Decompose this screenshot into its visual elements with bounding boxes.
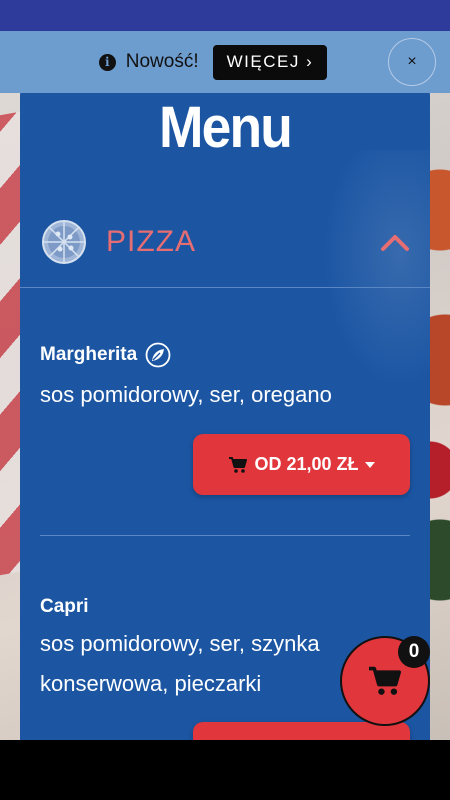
pizza-icon	[42, 220, 86, 264]
notice-text: Nowość!	[125, 51, 199, 72]
item-name-text: Margherita	[40, 344, 138, 365]
system-nav-bar	[0, 740, 450, 800]
price-button-margherita[interactable]: OD 21,00 ZŁ	[193, 434, 410, 495]
status-bar	[0, 0, 450, 31]
cart-icon	[229, 456, 248, 473]
item-name-margherita: Margherita	[40, 342, 171, 368]
cart-count-badge: 0	[398, 636, 430, 668]
chevron-up-icon[interactable]	[380, 232, 410, 252]
item-name-text: Capri	[40, 596, 89, 617]
leaf-icon	[145, 342, 171, 368]
item-divider	[40, 535, 410, 536]
notice-banner: i Nowość! WIĘCEJ › ×	[0, 31, 450, 93]
item-name-capri: Capri	[40, 596, 89, 618]
menu-title: Menu	[159, 95, 293, 160]
price-label: OD 21,00 ZŁ	[254, 454, 359, 474]
cart-icon	[369, 666, 401, 695]
info-icon: i	[98, 53, 116, 71]
item-description: sos pomidorowy, ser, oregano	[40, 382, 332, 407]
close-icon[interactable]: ×	[388, 38, 436, 86]
caret-down-icon	[364, 461, 375, 468]
category-label: PIZZA	[106, 225, 197, 258]
more-button[interactable]: WIĘCEJ ›	[212, 44, 328, 80]
category-header-pizza[interactable]: PIZZA	[20, 210, 430, 288]
